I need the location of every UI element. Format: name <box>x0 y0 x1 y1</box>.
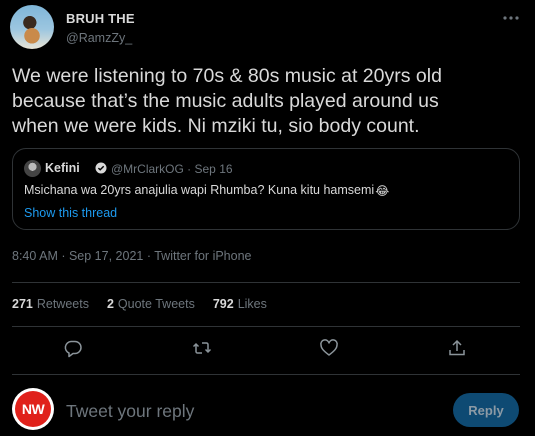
retweets-label: Retweets <box>36 297 89 311</box>
divider <box>12 326 520 327</box>
quote-text-content: Msichana wa 20yrs anajulia wapi Rhumba? … <box>24 183 375 197</box>
reply-input[interactable] <box>66 398 426 424</box>
quote-text: Msichana wa 20yrs anajulia wapi Rhumba? … <box>24 183 389 198</box>
quote-tweets-label: Quote Tweets <box>117 297 195 311</box>
likes-label: Likes <box>237 297 267 311</box>
tweet-stats: 271 Retweets 2 Quote Tweets 792 Likes <box>12 297 267 311</box>
share-icon[interactable] <box>447 338 467 358</box>
author-avatar[interactable] <box>10 5 54 49</box>
retweets-stat[interactable]: 271 Retweets <box>12 297 89 311</box>
likes-count: 792 <box>212 297 234 311</box>
more-icon[interactable] <box>501 11 521 25</box>
author-handle[interactable]: @RamzZy_ <box>66 31 132 45</box>
avatar-logo: NW <box>15 391 51 427</box>
tweet-header: BRUH THE @RamzZy_ <box>10 5 525 49</box>
quote-author-name: Kefini <box>45 161 80 175</box>
quote-author-meta: @MrClarkOG · Sep 16 <box>111 162 233 176</box>
tweet-text-line: because that’s the music adults played a… <box>12 90 439 112</box>
reply-icon[interactable] <box>63 338 83 358</box>
retweets-count: 271 <box>12 297 33 311</box>
reply-button[interactable]: Reply <box>453 393 519 427</box>
tweet-text-line: when we were kids. Ni mziki tu, sio body… <box>12 115 420 137</box>
quote-tweets-count: 2 <box>106 297 114 311</box>
tweet-timestamp[interactable]: 8:40 AM · Sep 17, 2021 · Twitter for iPh… <box>12 249 252 263</box>
current-user-avatar[interactable]: NW <box>12 388 54 430</box>
laughing-emoji-icon: 😂 <box>375 184 390 198</box>
likes-stat[interactable]: 792 Likes <box>213 297 267 311</box>
quote-tweets-stat[interactable]: 2 Quote Tweets <box>107 297 195 311</box>
like-icon[interactable] <box>319 338 339 358</box>
quote-author-avatar <box>24 160 41 177</box>
divider <box>12 374 520 375</box>
divider <box>12 282 520 283</box>
show-thread-link[interactable]: Show this thread <box>24 206 117 220</box>
author-display-name[interactable]: BRUH THE <box>66 11 135 26</box>
tweet-text-line: We were listening to 70s & 80s music at … <box>12 65 442 87</box>
badge-icon <box>95 162 107 174</box>
quoted-tweet-card[interactable]: Kefini @MrClarkOG · Sep 16 Msichana wa 2… <box>12 148 520 230</box>
tweet-actions <box>12 338 520 360</box>
tweet-text: We were listening to 70s & 80s music at … <box>12 64 522 139</box>
retweet-icon[interactable] <box>192 338 212 358</box>
